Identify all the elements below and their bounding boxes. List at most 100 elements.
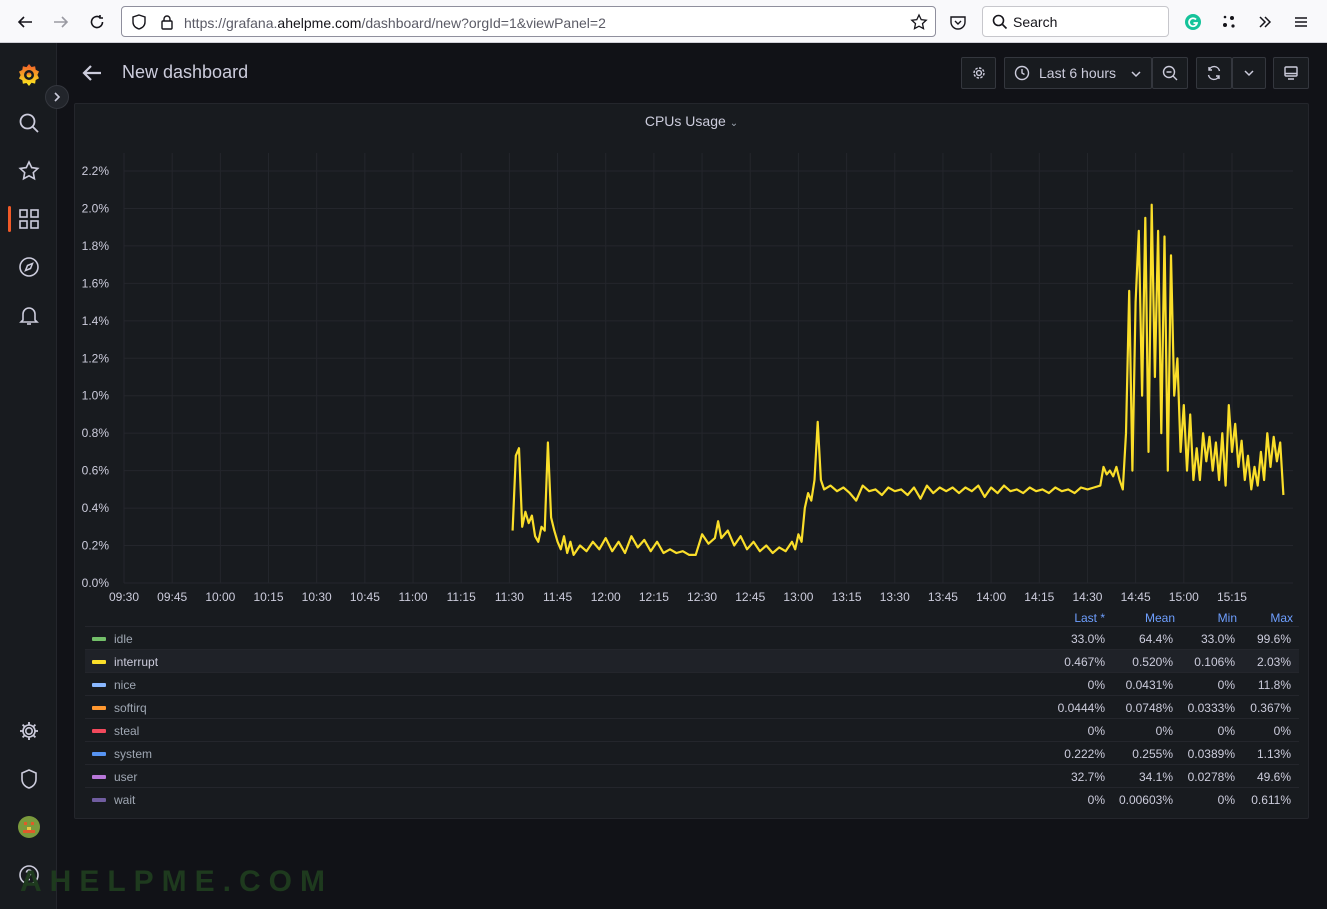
url-text[interactable]: https://grafana.ahelpme.com/dashboard/ne… xyxy=(184,15,606,31)
legend-row-nice[interactable]: nice 0% 0.0431% 0% 11.8% xyxy=(85,672,1299,695)
arrow-left-icon xyxy=(17,16,32,28)
legend-row-wait[interactable]: wait 0% 0.00603% 0% 0.611% xyxy=(85,787,1299,810)
legend-series-name[interactable]: system xyxy=(114,747,152,761)
extension-icon xyxy=(1223,15,1235,28)
legend-value-min: 33.0% xyxy=(1200,632,1235,646)
server-admin-shield-icon[interactable] xyxy=(16,766,42,792)
x-tick-label: 11:00 xyxy=(398,590,427,604)
legend-value-max: 0% xyxy=(1273,724,1291,738)
legend-value-max: 99.6% xyxy=(1256,632,1291,646)
legend-series-name[interactable]: wait xyxy=(114,793,135,807)
legend-value-mean: 64.4% xyxy=(1138,632,1173,646)
refresh-button[interactable] xyxy=(1196,57,1232,89)
x-tick-label: 09:45 xyxy=(157,590,187,604)
refresh-interval-dropdown[interactable] xyxy=(1232,57,1266,89)
browser-back-button[interactable] xyxy=(11,8,39,36)
legend-series-name[interactable]: idle xyxy=(114,632,133,646)
chevron-down-icon xyxy=(1131,71,1141,78)
x-tick-label: 14:00 xyxy=(976,590,1006,604)
legend-value-last: 0.222% xyxy=(1064,747,1105,761)
time-range-picker[interactable]: Last 6 hours xyxy=(1004,57,1152,89)
sidebar-expand-button[interactable] xyxy=(45,85,69,109)
legend-value-max: 11.8% xyxy=(1257,678,1291,692)
legend-swatch[interactable] xyxy=(92,683,106,687)
hamburger-menu-icon xyxy=(1295,17,1307,27)
y-tick-label: 0.6% xyxy=(82,464,110,478)
zoom-out-button[interactable] xyxy=(1152,57,1188,89)
dashboard-title: New dashboard xyxy=(122,62,249,82)
legend-swatch[interactable] xyxy=(92,775,106,779)
back-button[interactable] xyxy=(81,62,103,84)
legend-header-last[interactable]: Last * xyxy=(1045,611,1105,625)
grammarly-icon xyxy=(1185,14,1201,30)
x-tick-label: 15:00 xyxy=(1169,590,1199,604)
legend-series-name[interactable]: softirq xyxy=(114,701,147,715)
legend-value-last: 33.0% xyxy=(1070,632,1105,646)
bookmark-star-icon[interactable] xyxy=(910,13,928,31)
y-tick-label: 1.0% xyxy=(82,389,110,403)
legend-swatch[interactable] xyxy=(92,752,106,756)
legend-value-mean: 34.1% xyxy=(1138,770,1173,784)
x-tick-label: 09:30 xyxy=(109,590,139,604)
y-tick-label: 1.2% xyxy=(82,351,110,365)
legend-series-name[interactable]: user xyxy=(114,770,137,784)
legend-swatch[interactable] xyxy=(92,637,106,641)
explore-compass-icon[interactable] xyxy=(16,254,42,280)
browser-search-input[interactable]: Search xyxy=(982,6,1169,37)
starred-icon[interactable] xyxy=(16,158,42,184)
browser-forward-button[interactable] xyxy=(47,8,75,36)
search-icon[interactable] xyxy=(16,110,42,136)
dashboard-settings-button[interactable] xyxy=(961,57,996,89)
search-placeholder: Search xyxy=(1013,14,1058,30)
chart-grid xyxy=(123,153,1293,584)
monitor-icon xyxy=(1284,66,1298,80)
legend-header-min[interactable]: Min xyxy=(1175,611,1237,625)
x-tick-label: 10:00 xyxy=(205,590,235,604)
legend-series-name[interactable]: steal xyxy=(114,724,139,738)
legend-row-system[interactable]: system 0.222% 0.255% 0.0389% 1.13% xyxy=(85,741,1299,764)
legend-value-last: 0% xyxy=(1087,793,1105,807)
legend-value-min: 0% xyxy=(1217,724,1235,738)
legend-row-interrupt[interactable]: interrupt 0.467% 0.520% 0.106% 2.03% xyxy=(85,649,1299,672)
legend-header-max[interactable]: Max xyxy=(1235,611,1293,625)
legend-row-steal[interactable]: steal 0% 0% 0% 0% xyxy=(85,718,1299,741)
view-mode-button[interactable] xyxy=(1273,57,1309,89)
series-line-interrupt[interactable] xyxy=(511,203,1285,556)
legend-value-last: 0.0444% xyxy=(1057,701,1105,715)
legend-swatch[interactable] xyxy=(92,798,106,802)
legend-swatch[interactable] xyxy=(92,660,106,664)
legend-row-idle[interactable]: idle 33.0% 64.4% 33.0% 99.6% xyxy=(85,626,1299,649)
cpu-usage-chart[interactable]: 0.0% 0.2% 0.4% 0.6% 0.8% 1.0% 1.2% 1.4% 1.6% 1.8%… xyxy=(75,104,1308,604)
legend-value-max: 0.611% xyxy=(1251,793,1291,807)
overflow-menu-button[interactable] xyxy=(1251,8,1279,36)
x-tick-label: 11:30 xyxy=(495,590,524,604)
legend-header-mean[interactable]: Mean xyxy=(1115,611,1175,625)
grafana-logo-icon[interactable] xyxy=(16,62,42,88)
lock-icon[interactable] xyxy=(158,13,176,31)
ahelpme-watermark: AHELPME.COM xyxy=(20,865,333,898)
legend-value-mean: 0.0431% xyxy=(1125,678,1173,692)
legend-swatch[interactable] xyxy=(92,729,106,733)
grammarly-extension-button[interactable] xyxy=(1179,8,1207,36)
pocket-button[interactable] xyxy=(944,8,972,36)
legend-value-max: 1.13% xyxy=(1256,747,1291,761)
legend-value-last: 0% xyxy=(1087,678,1105,692)
chart-series xyxy=(511,203,1285,556)
browser-menu-button[interactable] xyxy=(1287,8,1315,36)
legend-row-user[interactable]: user 32.7% 34.1% 0.0278% 49.6% xyxy=(85,764,1299,787)
shield-icon[interactable] xyxy=(130,13,148,31)
legend-series-name[interactable]: nice xyxy=(114,678,136,692)
x-tick-label: 13:00 xyxy=(783,590,813,604)
user-avatar[interactable] xyxy=(16,814,42,840)
legend-series-name[interactable]: interrupt xyxy=(114,655,158,669)
legend-row-softirq[interactable]: softirq 0.0444% 0.0748% 0.0333% 0.367% xyxy=(85,695,1299,718)
configuration-gear-icon[interactable] xyxy=(16,718,42,744)
legend-swatch[interactable] xyxy=(92,706,106,710)
extension-button[interactable] xyxy=(1215,8,1243,36)
y-tick-label: 2.2% xyxy=(82,164,110,178)
alerting-bell-icon[interactable] xyxy=(16,302,42,328)
browser-reload-button[interactable] xyxy=(83,8,111,36)
sidebar xyxy=(0,43,57,909)
dashboards-icon[interactable] xyxy=(16,206,42,232)
url-bar[interactable]: https://grafana.ahelpme.com/dashboard/ne… xyxy=(121,6,936,37)
